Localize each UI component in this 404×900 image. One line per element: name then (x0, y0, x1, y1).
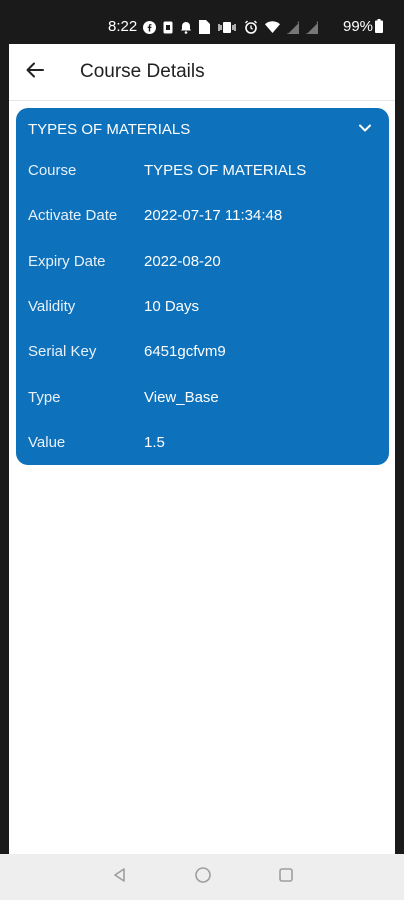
app-toolbar: Course Details (9, 44, 395, 101)
detail-label: Activate Date (28, 207, 118, 224)
alarm-icon (244, 20, 258, 34)
detail-value: 1.5 (144, 434, 165, 451)
detail-value: 6451gcfvm9 (144, 343, 226, 360)
facebook-icon (143, 20, 156, 34)
nav-back-button[interactable] (110, 867, 130, 887)
status-icons (143, 17, 318, 37)
arrow-left-icon (25, 60, 45, 85)
detail-value: TYPES OF MATERIALS (144, 162, 307, 179)
detail-row-expiry-date: Expiry Date 2022-08-20 (16, 253, 389, 275)
back-triangle-icon (112, 867, 128, 888)
detail-row-type: Type View_Base (16, 389, 389, 411)
page-title: Course Details (80, 61, 205, 82)
detail-row-serial-key: Serial Key 6451gcfvm9 (16, 343, 389, 365)
signal-icon (287, 20, 299, 34)
detail-label: Value (28, 434, 66, 451)
course-card: TYPES OF MATERIALS Course TYPES OF MATER… (16, 108, 389, 465)
home-circle-icon (194, 866, 212, 889)
course-card-header[interactable]: TYPES OF MATERIALS (16, 108, 389, 148)
detail-row-validity: Validity 10 Days (16, 298, 389, 320)
detail-label: Type (28, 389, 61, 406)
battery-icon (375, 19, 383, 38)
course-card-title: TYPES OF MATERIALS (28, 121, 191, 138)
chevron-down-icon[interactable] (357, 120, 373, 136)
document-icon (199, 20, 210, 34)
detail-value: 10 Days (144, 298, 200, 315)
detail-row-value: Value 1.5 (16, 434, 389, 456)
sim-icon (163, 21, 173, 34)
detail-label: Serial Key (28, 343, 97, 360)
system-nav-bar (0, 854, 404, 900)
battery-percentage: 99% (343, 18, 374, 35)
detail-value: 2022-07-17 11:34:48 (144, 207, 283, 224)
detail-row-course: Course TYPES OF MATERIALS (16, 162, 389, 184)
detail-label: Expiry Date (28, 253, 106, 270)
app-screen: Course Details TYPES OF MATERIALS Course… (9, 44, 395, 854)
signal-icon (306, 20, 318, 34)
detail-label: Validity (28, 298, 76, 315)
nav-home-button[interactable] (193, 866, 213, 889)
status-bar: 8:22 99% (0, 0, 404, 44)
status-time: 8:22 (108, 18, 138, 35)
detail-value: View_Base (144, 389, 219, 406)
back-button[interactable] (21, 58, 49, 86)
detail-label: Course (28, 162, 77, 179)
recents-square-icon (278, 867, 294, 888)
vibrate-icon (217, 21, 237, 34)
notification-bell-icon (180, 21, 192, 34)
nav-recents-button[interactable] (276, 867, 296, 887)
detail-value: 2022-08-20 (144, 253, 221, 270)
detail-row-activate-date: Activate Date 2022-07-17 11:34:48 (16, 207, 389, 229)
wifi-icon (265, 21, 280, 33)
